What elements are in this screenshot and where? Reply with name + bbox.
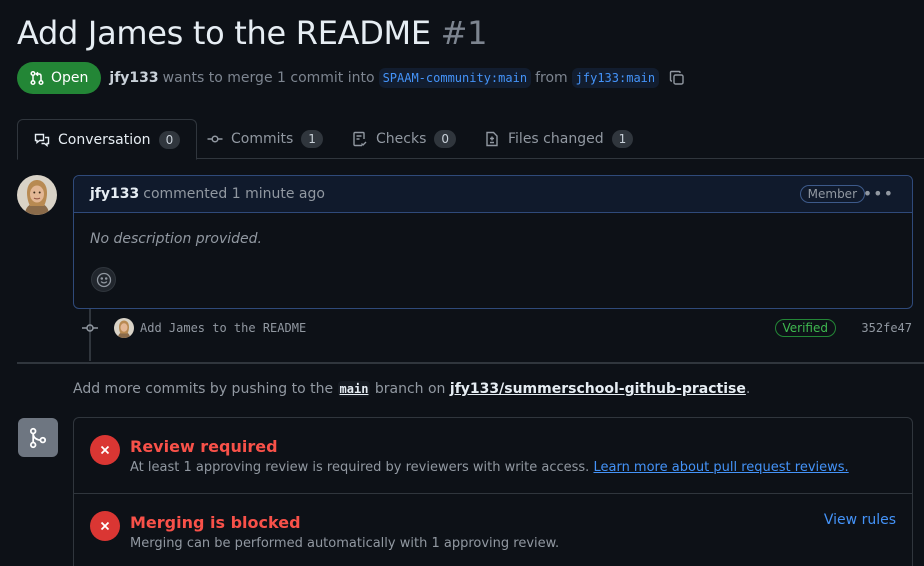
tab-counter: 0 — [158, 130, 181, 149]
avatar[interactable] — [17, 175, 57, 215]
commit-message[interactable]: Add James to the README — [140, 321, 306, 335]
comment-body: No description provided. — [90, 231, 262, 247]
check-review-required: Review required At least 1 approving rev… — [74, 418, 912, 493]
add-more-commits-note: Add more commits by pushing to the main … — [73, 381, 750, 397]
tab-label: Checks — [376, 131, 427, 147]
tab-label: Commits — [231, 131, 294, 147]
comment-timestamp[interactable]: commented 1 minute ago — [143, 186, 325, 202]
state-badge: Open — [17, 62, 102, 94]
check-title: Merging is blocked — [130, 513, 301, 532]
repo-link[interactable]: jfy133/summerschool-github-practise — [450, 381, 746, 397]
merge-text: wants to merge 1 commit into — [162, 70, 375, 86]
pr-number: #1 — [440, 14, 488, 52]
verified-badge[interactable]: Verified — [774, 319, 836, 337]
copy-icon[interactable] — [669, 70, 685, 86]
merge-status-icon — [18, 418, 58, 457]
learn-more-link[interactable]: Learn more about pull request reviews. — [593, 460, 848, 475]
view-rules-link[interactable]: View rules — [824, 512, 896, 528]
checklist-icon — [352, 131, 368, 147]
role-badge: Member — [799, 185, 865, 203]
page-title: Add James to the README #1 — [17, 14, 488, 52]
branch-name[interactable]: main — [337, 381, 371, 397]
note-prefix: Add more commits by pushing to the — [73, 381, 334, 397]
tab-conversation[interactable]: Conversation 0 — [17, 119, 198, 160]
commit-sha[interactable]: 352fe47 — [861, 321, 912, 335]
smiley-icon — [96, 272, 112, 288]
check-description-text: At least 1 approving review is required … — [130, 460, 590, 475]
pr-meta: Open jfy133 wants to merge 1 commit into… — [17, 62, 685, 94]
comment-box: jfy133 commented 1 minute ago Member •••… — [73, 175, 913, 309]
git-commit-icon — [80, 320, 100, 336]
add-reaction-button[interactable] — [91, 267, 116, 292]
comment-author[interactable]: jfy133 — [90, 186, 139, 202]
tab-counter: 1 — [301, 130, 323, 148]
tab-counter: 0 — [434, 130, 457, 148]
timeline-separator — [17, 362, 924, 364]
commit-item: Add James to the README Verified 352fe47 — [80, 317, 914, 339]
base-branch[interactable]: SPAAM-community:main — [378, 68, 532, 88]
git-commit-icon — [207, 131, 223, 147]
pr-tabs: Conversation 0 Commits 1 Checks 0 Files … — [17, 119, 924, 160]
x-icon — [90, 511, 120, 541]
head-branch[interactable]: jfy133:main — [571, 68, 660, 88]
merge-status-box: Review required At least 1 approving rev… — [73, 417, 913, 566]
pr-title: Add James to the README — [17, 14, 431, 52]
note-middle: branch on — [374, 381, 446, 397]
check-title: Review required — [130, 437, 278, 456]
tab-label: Files changed — [508, 131, 604, 147]
from-text: from — [535, 70, 568, 86]
git-pull-request-icon — [29, 70, 45, 86]
tab-commits[interactable]: Commits 1 — [191, 119, 339, 159]
file-diff-icon — [484, 131, 500, 147]
tab-files-changed[interactable]: Files changed 1 — [468, 119, 649, 159]
comment-discussion-icon — [34, 132, 50, 148]
state-label: Open — [51, 70, 89, 86]
note-suffix: . — [745, 381, 751, 397]
tab-label: Conversation — [58, 131, 151, 148]
check-merging-blocked: Merging is blocked Merging can be perfor… — [74, 493, 912, 566]
author-link[interactable]: jfy133 — [109, 70, 158, 86]
check-description: At least 1 approving review is required … — [130, 460, 849, 475]
more-options-button[interactable]: ••• — [863, 184, 894, 203]
tab-counter: 1 — [611, 130, 634, 148]
x-icon — [90, 435, 120, 465]
git-merge-icon — [27, 427, 49, 449]
commit-avatar[interactable] — [114, 318, 134, 338]
comment-header: jfy133 commented 1 minute ago Member ••• — [74, 176, 912, 213]
tab-checks[interactable]: Checks 0 — [336, 119, 472, 159]
check-description: Merging can be performed automatically w… — [130, 536, 560, 551]
